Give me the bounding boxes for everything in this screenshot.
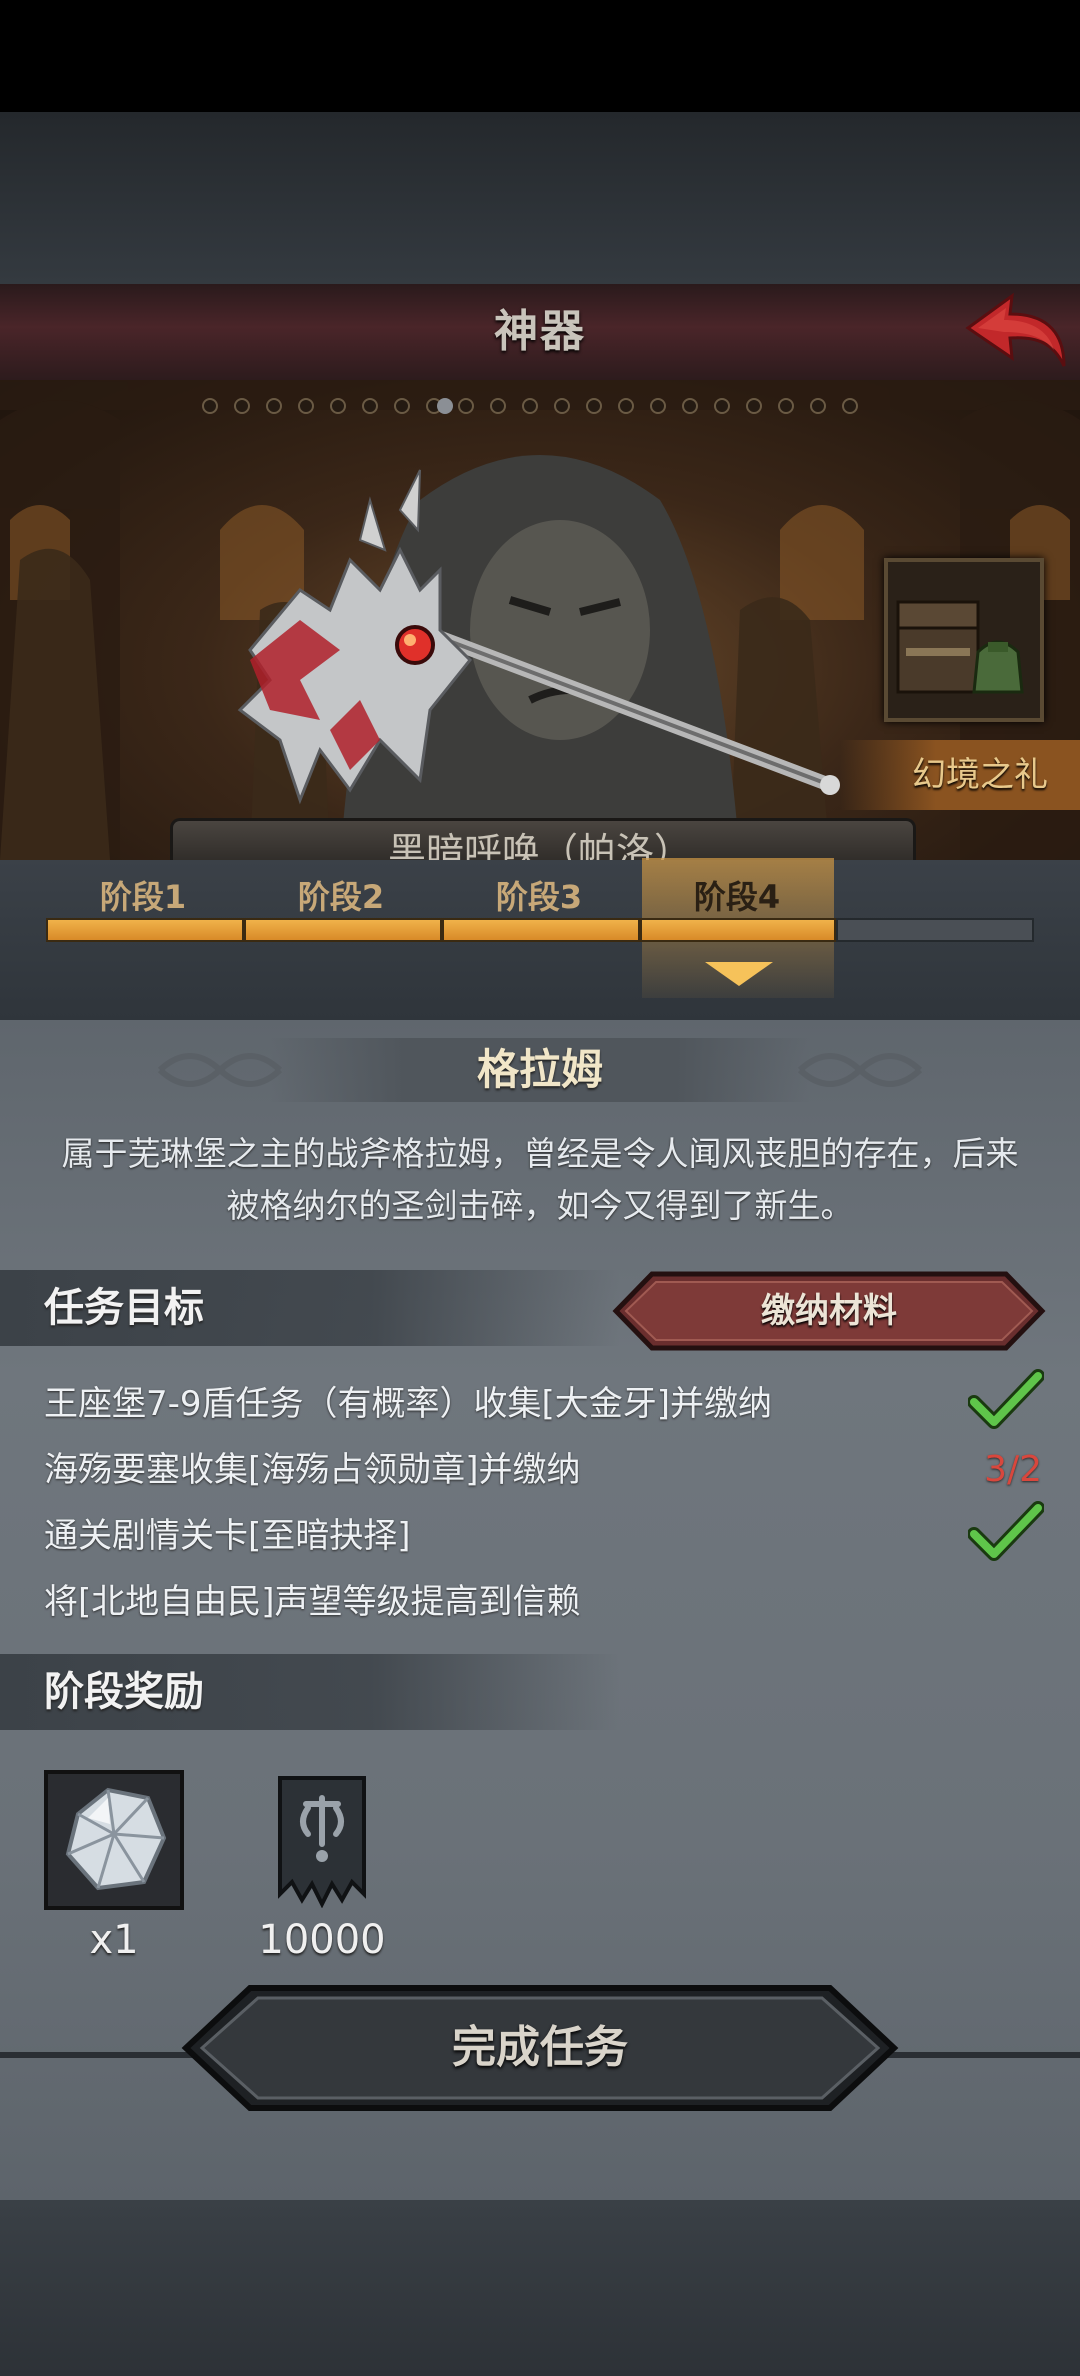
task-text: 海殇要塞收集[海殇占领勋章]并缴纳 <box>44 1450 581 1490</box>
stage-segment-5 <box>836 918 1034 942</box>
submit-materials-label: 缴纳材料 <box>761 1291 897 1331</box>
task-section-title: 任务目标 <box>44 1285 204 1331</box>
task-progress: 3/2 <box>984 1449 1042 1490</box>
artifact-description: 属于芜琳堡之主的战斧格拉姆，曾经是令人闻风丧胆的存在，后来 被格纳尔的圣剑击碎，… <box>50 1128 1030 1232</box>
stage-segment-3 <box>442 918 640 942</box>
task-row: 通关剧情关卡[至暗抉择] <box>44 1501 1044 1566</box>
description-line-1: 属于芜琳堡之主的战斧格拉姆，曾经是令人闻风丧胆的存在，后来 <box>61 1134 1019 1173</box>
gift-label: 幻境之礼 <box>912 755 1048 795</box>
treasure-chest-icon <box>896 600 1024 694</box>
banner-icon[interactable] <box>276 1774 368 1908</box>
stage-segment-4 <box>640 918 836 942</box>
task-text: 通关剧情关卡[至暗抉择] <box>44 1516 411 1556</box>
task-row: 海殇要塞收集[海殇占领勋章]并缴纳 3/2 <box>44 1440 1044 1500</box>
page-title: 神器 <box>494 306 586 357</box>
complete-task-label: 完成任务 <box>452 2022 628 2073</box>
crystal-icon <box>65 1787 167 1891</box>
task-row: 将[北地自由民]声望等级提高到信赖 <box>44 1572 1044 1632</box>
reward-quantity: x1 <box>89 1917 139 1963</box>
reward-item-crystal[interactable] <box>44 1770 184 1910</box>
check-icon <box>968 1501 1044 1561</box>
reward-section-title: 阶段奖励 <box>44 1669 204 1715</box>
task-text: 将[北地自由民]声望等级提高到信赖 <box>44 1582 581 1622</box>
stage-segment-1 <box>46 918 244 942</box>
stage-tab-1[interactable]: 阶段1 <box>48 872 238 922</box>
status-bar <box>0 0 1080 112</box>
stage-pointer-icon <box>705 962 773 986</box>
check-icon <box>968 1369 1044 1429</box>
bottom-background <box>0 2200 1080 2376</box>
stage-tab-2[interactable]: 阶段2 <box>246 872 436 922</box>
artifact-name: 格拉姆 <box>476 1045 603 1094</box>
stage-segment-2 <box>244 918 442 942</box>
description-line-2: 被格纳尔的圣剑击碎，如今又得到了新生。 <box>226 1186 854 1225</box>
task-text: 王座堡7-9盾任务（有概率）收集[大金牙]并缴纳 <box>44 1384 773 1424</box>
stage-tab-3[interactable]: 阶段3 <box>444 872 634 922</box>
back-arrow-icon[interactable] <box>960 288 1070 376</box>
stage-tab-4[interactable]: 阶段4 <box>642 872 832 922</box>
top-background <box>0 112 1080 284</box>
gift-chest-button[interactable] <box>884 558 1044 722</box>
reward-quantity: 10000 <box>258 1917 386 1963</box>
task-row: 王座堡7-9盾任务（有概率）收集[大金牙]并缴纳 <box>44 1369 1044 1434</box>
page-dots <box>202 398 858 414</box>
